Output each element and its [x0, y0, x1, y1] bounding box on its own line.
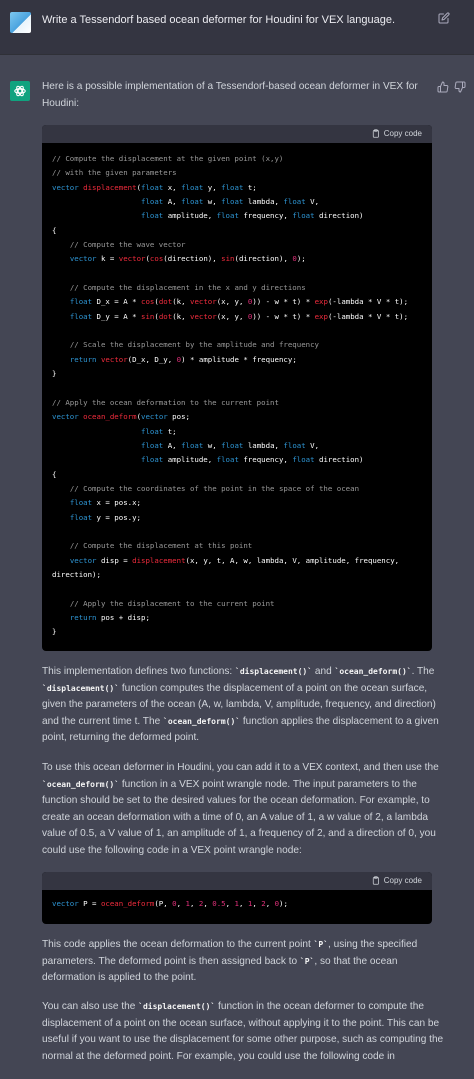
- displacement-paragraph: You can also use the `displacement()` fu…: [42, 1001, 444, 1062]
- user-message-text: Write a Tessendorf based ocean deformer …: [42, 14, 396, 26]
- openai-logo-icon: [10, 81, 30, 101]
- user-message-row: Write a Tessendorf based ocean deformer …: [0, 0, 474, 55]
- inline-code: `displacement()`: [235, 667, 313, 676]
- inline-code: `P`: [299, 956, 315, 966]
- explanation-paragraph: This implementation defines two function…: [42, 666, 439, 744]
- clipboard-icon: [372, 129, 379, 138]
- code-content: vector P = ocean_deform(P, 0, 1, 2, 0.5,…: [52, 899, 288, 908]
- user-avatar: [10, 12, 31, 33]
- copy-code-label: Copy code: [383, 876, 422, 885]
- intro-paragraph: Here is a possible implementation of a T…: [42, 81, 418, 109]
- code-content: // Compute the displacement at the given…: [52, 154, 409, 637]
- inline-code: `displacement()`: [42, 683, 120, 693]
- inline-code: `ocean_deform()`: [42, 779, 120, 789]
- inline-code: `ocean_deform()`: [163, 716, 241, 726]
- clipboard-icon: [372, 876, 379, 885]
- inline-code: `displacement()`: [138, 1002, 216, 1011]
- copy-code-label: Copy code: [383, 129, 422, 138]
- code-header: Copy code: [42, 872, 432, 890]
- result-paragraph: This code applies the ocean deformation …: [42, 939, 418, 984]
- usage-paragraph: To use this ocean deformer in Houdini, y…: [42, 762, 439, 856]
- code-header: Copy code: [42, 125, 432, 143]
- inline-code: `P`: [313, 940, 329, 949]
- thumbs-down-icon[interactable]: [454, 81, 466, 93]
- copy-code-button[interactable]: Copy code: [371, 129, 422, 138]
- code-block-example: Copy code vector P = ocean_deform(P, 0, …: [42, 872, 432, 924]
- code-block: Copy code // Compute the displacement at…: [42, 125, 432, 651]
- copy-code-button[interactable]: Copy code: [371, 876, 422, 885]
- edit-icon[interactable]: [438, 12, 450, 24]
- inline-code: `ocean_deform()`: [334, 667, 412, 676]
